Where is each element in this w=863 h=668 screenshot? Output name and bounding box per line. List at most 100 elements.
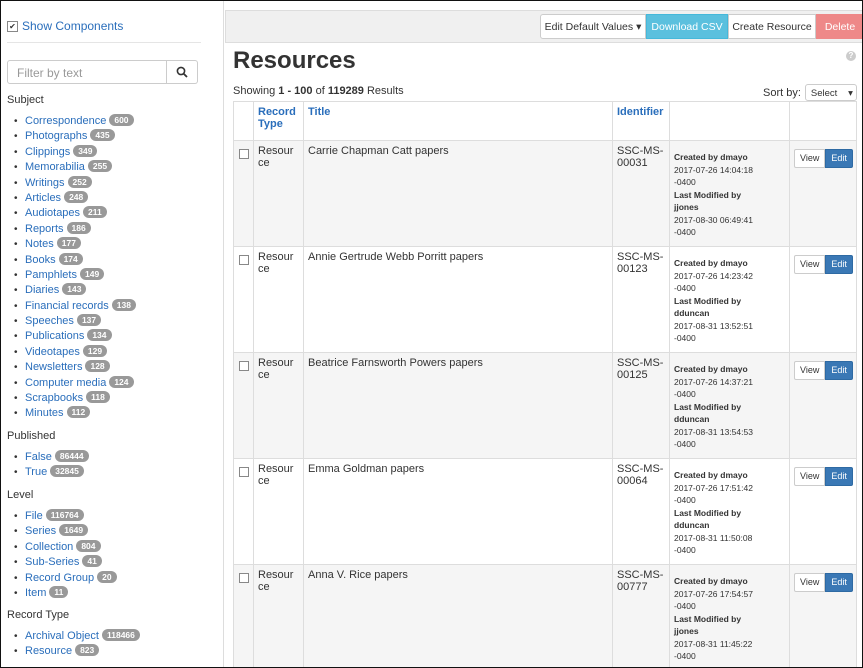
facet-link[interactable]: Correspondence <box>25 115 106 127</box>
facet-link[interactable]: Computer media <box>25 377 106 389</box>
show-components-label[interactable]: Show Components <box>22 19 123 33</box>
facet-link[interactable]: Books <box>25 254 56 266</box>
count-badge: 86444 <box>54 450 89 462</box>
download-csv-button[interactable]: Download CSV <box>646 14 728 39</box>
count-badge: 11 <box>49 585 69 598</box>
facet-list: Correspondence600Photographs435Clippings… <box>14 114 136 422</box>
view-button[interactable]: View <box>794 467 826 486</box>
row-checkbox[interactable] <box>239 149 249 159</box>
facet-link[interactable]: Sub-Series <box>25 556 79 568</box>
facet-link[interactable]: Record Group <box>25 572 94 584</box>
audit-cell: Created by dmayo 2017-07-26 14:37:21 -0400… <box>669 352 790 459</box>
view-button[interactable]: View <box>794 573 826 592</box>
checkbox-icon[interactable]: ✔ <box>7 20 18 32</box>
row-checkbox[interactable] <box>239 361 249 371</box>
facet-link[interactable]: Minutes <box>25 407 64 419</box>
facet-link[interactable]: Newsletters <box>25 361 82 373</box>
edit-button[interactable]: Edit <box>825 255 853 274</box>
facet-link[interactable]: Item <box>25 587 46 599</box>
identifier-cell: SSC-MS- 00031 <box>612 140 670 247</box>
count-badge: 143 <box>62 283 87 296</box>
facet-link[interactable]: Resource <box>25 645 72 657</box>
facet-link[interactable]: Scrapbooks <box>25 392 83 404</box>
view-button[interactable]: View <box>794 361 826 380</box>
divider <box>7 42 201 43</box>
facet-item: Collection804 <box>14 539 117 555</box>
facet-link[interactable]: Audiotapes <box>25 207 80 219</box>
row-checkbox[interactable] <box>239 467 249 477</box>
audit-column-header <box>669 101 790 141</box>
facet-link[interactable]: False <box>25 451 52 463</box>
facet-item: Clippings349 <box>14 144 136 160</box>
count-badge: 129 <box>82 344 108 357</box>
count-badge: 118 <box>86 391 110 404</box>
actions-column-header <box>789 101 857 141</box>
results-table: Record Type Title Identifier Resour ce Carr… <box>233 101 857 667</box>
facet-list: Archival Object118466Resource823 <box>14 629 140 660</box>
facet-link[interactable]: Speeches <box>25 315 74 327</box>
search-button[interactable] <box>167 60 198 84</box>
count-badge: 255 <box>87 160 113 173</box>
facet-link[interactable]: Pamphlets <box>25 269 77 281</box>
facet-item: Archival Object118466 <box>14 629 140 644</box>
record-type-column-header[interactable]: Record Type <box>253 101 304 141</box>
facet-link[interactable]: Photographs <box>25 130 87 142</box>
title-cell: Carrie Chapman Catt papers <box>303 140 613 247</box>
facet-link[interactable]: Memorabilia <box>25 161 85 173</box>
edit-button[interactable]: Edit <box>825 573 853 592</box>
facet-link[interactable]: Publications <box>25 330 84 342</box>
facet-link[interactable]: Series <box>25 525 56 537</box>
facet-list: False86444 True32845 <box>14 450 89 481</box>
facet-heading: Level <box>7 489 34 501</box>
count-badge: 823 <box>75 644 100 657</box>
count-badge: 1649 <box>59 524 89 537</box>
audit-cell: Created by dmayo 2017-07-26 17:51:42 -0400… <box>669 458 790 565</box>
edit-defaults-button[interactable]: Edit Default Values ▾ <box>540 14 646 39</box>
count-badge: 804 <box>76 539 101 552</box>
view-button[interactable]: View <box>794 149 826 168</box>
delete-button[interactable]: Delete <box>816 14 862 39</box>
facet-item: Photographs435 <box>14 129 136 145</box>
create-resource-button[interactable]: Create Resource <box>728 14 816 39</box>
facet-link[interactable]: Writings <box>25 177 65 189</box>
facet-link[interactable]: Reports <box>25 223 64 235</box>
identifier-cell: SSC-MS- 00125 <box>612 352 670 459</box>
count-badge: 41 <box>82 555 102 568</box>
facet-item: Reports186 <box>14 221 136 237</box>
count-badge: 211 <box>83 206 107 219</box>
facet-link[interactable]: Notes <box>25 238 54 250</box>
title-cell: Anna V. Rice papers <box>303 564 613 667</box>
count-badge: 128 <box>85 360 110 373</box>
facet-link[interactable]: Clippings <box>25 146 70 158</box>
count-badge: 20 <box>97 570 117 583</box>
identifier-column-header[interactable]: Identifier <box>612 101 670 141</box>
facet-link[interactable]: Collection <box>25 541 73 553</box>
actions-cell: View Edit <box>789 246 857 353</box>
edit-button[interactable]: Edit <box>825 467 853 486</box>
view-button[interactable]: View <box>794 255 826 274</box>
sort-select[interactable]: Select ▾ <box>804 84 857 101</box>
row-checkbox[interactable] <box>239 573 249 583</box>
title-column-header[interactable]: Title <box>303 101 613 141</box>
table-row: Resour ce Emma Goldman papers SSC-MS- 00064 C… <box>233 458 857 565</box>
row-checkbox[interactable] <box>239 255 249 265</box>
facet-heading: Record Type <box>7 609 70 621</box>
facet-link[interactable]: Videotapes <box>25 346 80 358</box>
facet-link[interactable]: Archival Object <box>25 630 99 642</box>
facet-item: Computer media124 <box>14 375 136 391</box>
filter-input[interactable]: Filter by text <box>7 60 167 84</box>
facet-link[interactable]: True <box>25 466 47 478</box>
show-components-toggle[interactable]: ✔ Show Components <box>7 19 123 33</box>
edit-button[interactable]: Edit <box>825 361 853 380</box>
count-badge: 32845 <box>50 465 84 478</box>
facet-link[interactable]: Diaries <box>25 284 59 296</box>
help-icon[interactable]: ? <box>846 51 856 61</box>
facet-link[interactable]: Financial records <box>25 300 109 312</box>
select-cell <box>233 458 254 565</box>
select-column-header <box>233 101 254 141</box>
facet-link[interactable]: File <box>25 510 43 522</box>
facet-item: Minutes112 <box>14 406 136 422</box>
facet-item: Record Group20 <box>14 570 117 586</box>
facet-link[interactable]: Articles <box>25 192 61 204</box>
edit-button[interactable]: Edit <box>825 149 853 168</box>
